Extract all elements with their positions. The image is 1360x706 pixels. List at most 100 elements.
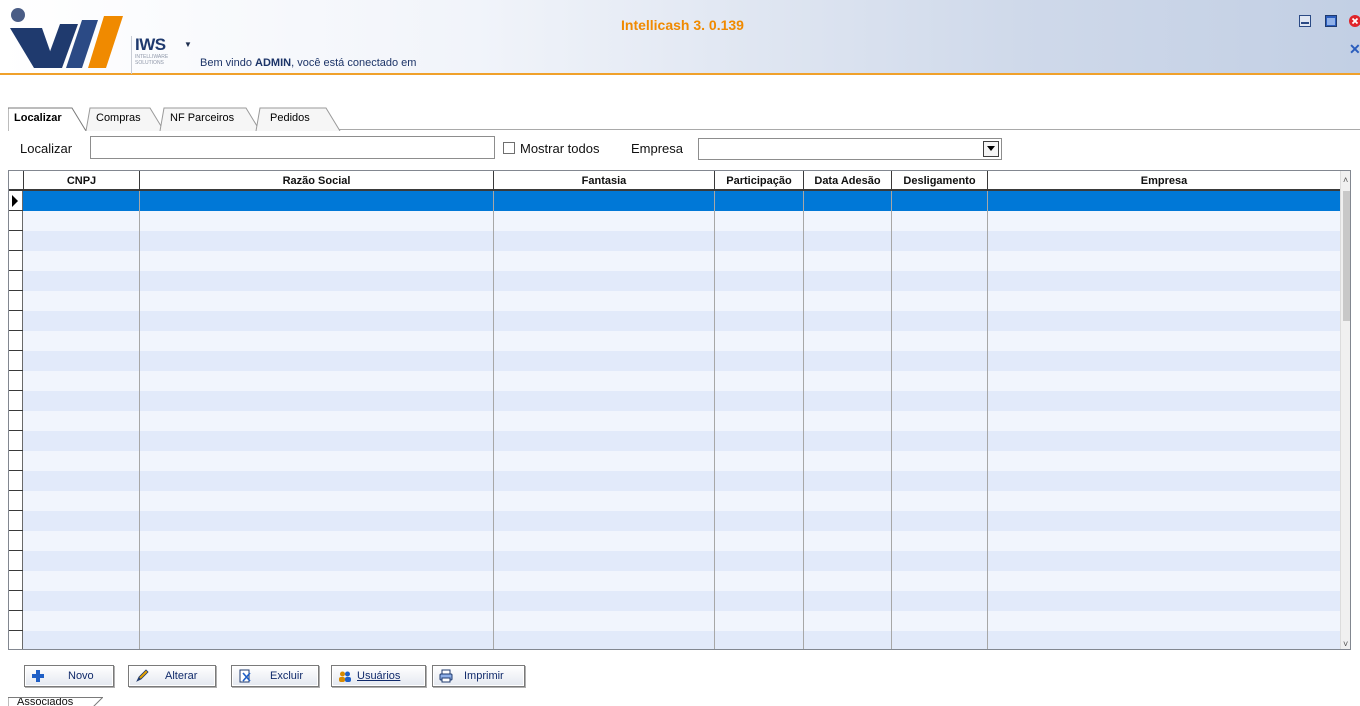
grid-header: CNPJ Razão Social Fantasia Participação … [9,171,1340,191]
row-indicator-column [9,191,23,649]
new-button[interactable]: Novo [24,665,114,687]
table-row[interactable] [23,351,1340,371]
close-window-icon[interactable] [1349,15,1360,27]
row-indicator[interactable] [9,571,23,591]
row-indicator[interactable] [9,411,23,431]
table-row[interactable] [23,611,1340,631]
users-button[interactable]: Usuários [331,665,426,687]
row-indicator[interactable] [9,331,23,351]
row-indicator[interactable] [9,231,23,251]
table-row[interactable] [23,231,1340,251]
row-indicator[interactable] [9,371,23,391]
table-row[interactable] [23,571,1340,591]
delete-document-icon [239,669,251,683]
scroll-up-icon[interactable]: ˄ [1343,175,1348,185]
table-row[interactable] [23,471,1340,491]
table-row[interactable] [23,211,1340,231]
company-select[interactable] [698,138,1002,160]
row-indicator[interactable] [9,191,23,211]
col-header-cnpj[interactable]: CNPJ [23,171,139,191]
brand-subtitle: INTELLIWARE SOLUTIONS [135,54,169,66]
col-header-razao-social[interactable]: Razão Social [139,171,493,191]
minimize-window-icon[interactable] [1299,15,1311,27]
table-row[interactable] [23,371,1340,391]
grid-column-divider [139,191,140,649]
welcome-message: Bem vindo ADMIN, você está conectado em [200,57,416,69]
new-button-label: Novo [68,670,94,682]
close-form-icon[interactable]: ✕ [1349,41,1360,58]
row-indicator[interactable] [9,351,23,371]
associates-grid[interactable]: CNPJ Razão Social Fantasia Participação … [8,170,1351,650]
tab-label: Compras [96,112,141,124]
row-indicator[interactable] [9,431,23,451]
row-indicator[interactable] [9,531,23,551]
grid-vertical-scrollbar[interactable]: ˄ ˅ [1340,171,1350,649]
bottom-tab-label: Associados [17,698,74,706]
row-indicator[interactable] [9,631,23,649]
brand-name: IWS [135,35,166,54]
tab-strip: Localizar Compras NF Parceiros Pedidos [8,106,1360,131]
row-indicator[interactable] [9,251,23,271]
search-input[interactable] [90,136,495,159]
col-header-desligamento[interactable]: Desligamento [891,171,987,191]
grid-column-divider [714,191,715,649]
tab-localizar[interactable]: Localizar [8,106,86,131]
row-indicator[interactable] [9,391,23,411]
edit-button[interactable]: Alterar [128,665,216,687]
col-header-data-adesao[interactable]: Data Adesão [803,171,891,191]
show-all-checkbox[interactable] [503,142,515,154]
table-row[interactable] [23,431,1340,451]
table-row[interactable] [23,391,1340,411]
row-indicator[interactable] [9,471,23,491]
company-dropdown-button[interactable] [983,141,999,157]
tab-label: Pedidos [270,112,310,124]
row-indicator[interactable] [9,611,23,631]
table-row[interactable] [23,271,1340,291]
col-header-participacao[interactable]: Participação [714,171,803,191]
welcome-prefix: Bem vindo [200,57,256,69]
col-header-empresa[interactable]: Empresa [987,171,1340,191]
row-indicator[interactable] [9,211,23,231]
row-indicator[interactable] [9,271,23,291]
maximize-window-icon[interactable] [1325,15,1337,27]
grid-column-divider [493,191,494,649]
row-indicator[interactable] [9,511,23,531]
welcome-suffix: , você está conectado em [291,57,417,69]
col-header-fantasia[interactable]: Fantasia [493,171,714,191]
row-indicator[interactable] [9,311,23,331]
table-row[interactable] [23,591,1340,611]
print-button[interactable]: Imprimir [432,665,525,687]
bottom-tab-associados[interactable]: Associados [8,697,103,706]
row-indicator[interactable] [9,591,23,611]
users-icon [339,671,351,682]
table-row[interactable] [23,311,1340,331]
tab-compras[interactable]: Compras [84,106,166,131]
table-row[interactable] [23,551,1340,571]
table-row[interactable] [23,291,1340,311]
company-label: Empresa [631,141,684,156]
delete-button[interactable]: Excluir [231,665,319,687]
table-row[interactable] [23,451,1340,471]
table-row[interactable] [23,191,1340,211]
row-indicator[interactable] [9,291,23,311]
show-all-label[interactable]: Mostrar todos [520,141,599,156]
company-logo [10,8,123,68]
row-indicator[interactable] [9,491,23,511]
tab-label: NF Parceiros [170,112,235,124]
row-indicator[interactable] [9,451,23,471]
tab-nf-parceiros[interactable]: NF Parceiros [158,106,262,131]
table-row[interactable] [23,631,1340,649]
table-row[interactable] [23,531,1340,551]
app-window: IWS INTELLIWARE SOLUTIONS ▼ Bem vindo AD… [0,0,1360,706]
app-title: Intellicash 3. 0.139 [621,17,744,33]
table-row[interactable] [23,491,1340,511]
user-menu-caret-icon[interactable]: ▼ [184,40,192,49]
scroll-thumb[interactable] [1343,191,1350,321]
row-indicator[interactable] [9,551,23,571]
table-row[interactable] [23,251,1340,271]
table-row[interactable] [23,511,1340,531]
table-row[interactable] [23,331,1340,351]
scroll-down-icon[interactable]: ˅ [1343,639,1348,649]
tab-pedidos[interactable]: Pedidos [254,106,342,131]
table-row[interactable] [23,411,1340,431]
